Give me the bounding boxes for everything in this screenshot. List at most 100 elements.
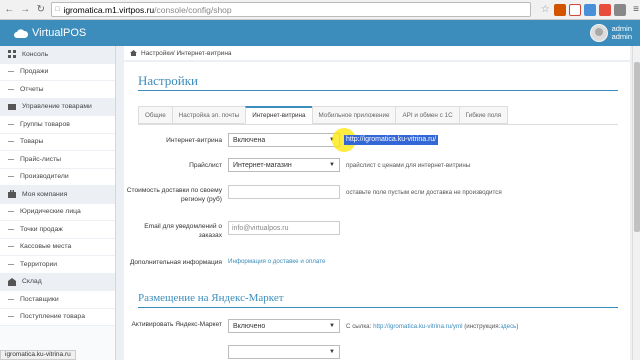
delivery-label: Стоимость доставки по своему региону (ру… — [126, 187, 222, 203]
app-header: VirtualPOS admin admin — [0, 20, 640, 46]
yandex-activate-value: Включено — [233, 322, 266, 330]
cloud-icon — [14, 28, 28, 38]
sidebar-item-label: Товары — [20, 138, 44, 146]
tab-general[interactable]: Общие — [138, 106, 173, 124]
pricelist-hint: прайслист с ценами для интернет-витрины — [346, 162, 471, 169]
yandex-yml-link[interactable]: http://igromatica.ku-vitrina.ru/yml — [373, 323, 462, 330]
tab-bar: Общие Настройка эл. почты Интернет-витри… — [138, 106, 509, 124]
sidebar-item-label: Точки продаж — [20, 225, 63, 233]
yandex-link-prefix: С сылка: — [346, 323, 372, 330]
yandex-activate-select[interactable]: Включено ▼ — [228, 319, 340, 333]
caret-down-icon: ▼ — [329, 323, 335, 329]
sidebar-item-territories[interactable]: Территории — [0, 256, 115, 274]
user-role: admin — [611, 32, 632, 41]
status-bar: igromatica.ku-vitrina.ru — [0, 350, 76, 360]
sidebar-section-label: Управление товарами — [22, 103, 92, 111]
divider — [138, 307, 618, 308]
breadcrumb: Настройки/ Интернет-витрина — [124, 46, 630, 60]
sidebar-item-label: Продажи — [20, 68, 49, 76]
info-link[interactable]: Информация о доставке и оплате — [228, 258, 325, 265]
address-bar[interactable]: □ igromatica.m1.virtpos.ru/console/confi… — [51, 2, 532, 17]
home-icon[interactable] — [130, 50, 137, 56]
yandex-instruction-prefix: (инструкция: — [464, 323, 501, 330]
caret-down-icon: ▼ — [329, 162, 335, 168]
page-icon: □ — [55, 6, 60, 13]
sidebar-item-cash-desks[interactable]: Кассовые места — [0, 238, 115, 256]
breadcrumb-text: Настройки/ Интернет-витрина — [141, 49, 232, 57]
delivery-cost-input[interactable] — [228, 185, 340, 199]
extension-icon[interactable] — [584, 3, 597, 16]
extension-icon[interactable] — [599, 3, 612, 16]
email-label: Email для уведомлений о заказах — [144, 223, 222, 239]
sidebar-section-console[interactable]: Консоль — [0, 46, 115, 64]
sidebar-item-label: Производители — [20, 173, 69, 181]
sidebar-item-product-groups[interactable]: Группы товаров — [0, 116, 115, 134]
sidebar-item-label: Прайс-листы — [20, 155, 62, 163]
shop-select[interactable]: Включена ▼ — [228, 133, 340, 147]
sidebar-item-goods-receipt[interactable]: Поступление товара — [0, 308, 115, 326]
shop-label: Интернет-витрина — [166, 137, 222, 144]
sidebar-item-manufacturers[interactable]: Производители — [0, 168, 115, 186]
yandex-instruction-suffix: ) — [516, 323, 519, 330]
dashboard-icon — [8, 50, 16, 59]
back-icon[interactable]: ← — [3, 3, 16, 16]
main-content: Настройки/ Интернет-витрина Настройки Об… — [116, 46, 640, 360]
sidebar-item-sales[interactable]: Продажи — [0, 63, 115, 81]
extension-icon[interactable] — [554, 3, 567, 16]
sidebar-section-label: Консоль — [22, 50, 49, 58]
forward-icon[interactable]: → — [19, 3, 32, 16]
sidebar-item-label: Территории — [20, 260, 58, 268]
sidebar-section-products[interactable]: Управление товарами — [0, 98, 115, 116]
tab-mobile-app[interactable]: Мобильное приложение — [311, 106, 397, 124]
delivery-hint: оставьте поле пустым если доставка не пр… — [346, 189, 502, 196]
section-title: Размещение на Яндекс-Маркет — [138, 292, 284, 304]
sidebar-section-company[interactable]: Моя компания — [0, 186, 115, 204]
extension-icon[interactable] — [614, 3, 627, 16]
sidebar-item-points-of-sale[interactable]: Точки продаж — [0, 221, 115, 239]
sidebar-section-warehouse[interactable]: Склад — [0, 273, 115, 291]
yandex-second-select[interactable]: ▼ — [228, 345, 340, 359]
pricelist-label: Прайслист — [189, 162, 222, 169]
shop-select-value: Включена — [233, 136, 266, 144]
sidebar-item-label: Поступление товара — [20, 313, 85, 321]
warehouse-icon — [8, 277, 16, 286]
yandex-instruction-link[interactable]: здесь — [500, 323, 516, 330]
scroll-thumb[interactable] — [634, 62, 640, 232]
sidebar-item-products[interactable]: Товары — [0, 133, 115, 151]
tab-online-shop[interactable]: Интернет-витрина — [245, 106, 313, 124]
sidebar-item-label: Поставщики — [20, 295, 59, 303]
sidebar-item-label: Отчеты — [20, 85, 44, 93]
pricelist-select-value: Интернет-магазин — [233, 161, 292, 169]
settings-panel: Настройки Общие Настройка эл. почты Инте… — [124, 62, 630, 360]
yandex-activate-label: Активировать Яндекс-Маркет — [131, 321, 222, 328]
avatar — [589, 24, 608, 42]
boxes-icon — [8, 103, 16, 110]
email-field[interactable]: info@virtualpos.ru — [228, 221, 340, 235]
user-menu[interactable]: admin admin — [589, 20, 632, 46]
divider — [138, 90, 618, 91]
sidebar-item-label: Группы товаров — [20, 120, 70, 128]
gmail-icon[interactable] — [569, 3, 582, 16]
info-label: Дополнительная информация — [129, 259, 222, 266]
sidebar-section-label: Склад — [22, 278, 42, 286]
sidebar-item-label: Кассовые места — [20, 243, 72, 251]
yandex-link-row: С сылка: http://igromatica.ku-vitrina.ru… — [346, 323, 518, 330]
sidebar-item-reports[interactable]: Отчеты — [0, 81, 115, 99]
tab-api-1c[interactable]: API и обмен с 1С — [395, 106, 460, 124]
sidebar-section-label: Моя компания — [22, 190, 68, 198]
sidebar-item-legal-entities[interactable]: Юридические лица — [0, 203, 115, 221]
star-icon[interactable]: ☆ — [539, 4, 551, 16]
reload-icon[interactable]: ↻ — [34, 3, 47, 16]
url-host: igromatica.m1.virtpos.ru — [63, 4, 155, 15]
caret-down-icon: ▼ — [329, 349, 335, 355]
page-scrollbar[interactable] — [632, 46, 640, 360]
divider — [138, 124, 618, 125]
browser-menu-icon[interactable]: ≡ — [632, 4, 640, 15]
sidebar-item-price-lists[interactable]: Прайс-листы — [0, 151, 115, 169]
pricelist-select[interactable]: Интернет-магазин ▼ — [228, 158, 340, 172]
brand[interactable]: VirtualPOS — [0, 27, 90, 39]
sidebar-item-suppliers[interactable]: Поставщики — [0, 291, 115, 309]
shop-link[interactable]: http://igromatica.ku-vitrina.ru/ — [344, 135, 439, 145]
tab-email-settings[interactable]: Настройка эл. почты — [171, 106, 247, 124]
tab-custom-fields[interactable]: Гибкие поля — [458, 106, 509, 124]
